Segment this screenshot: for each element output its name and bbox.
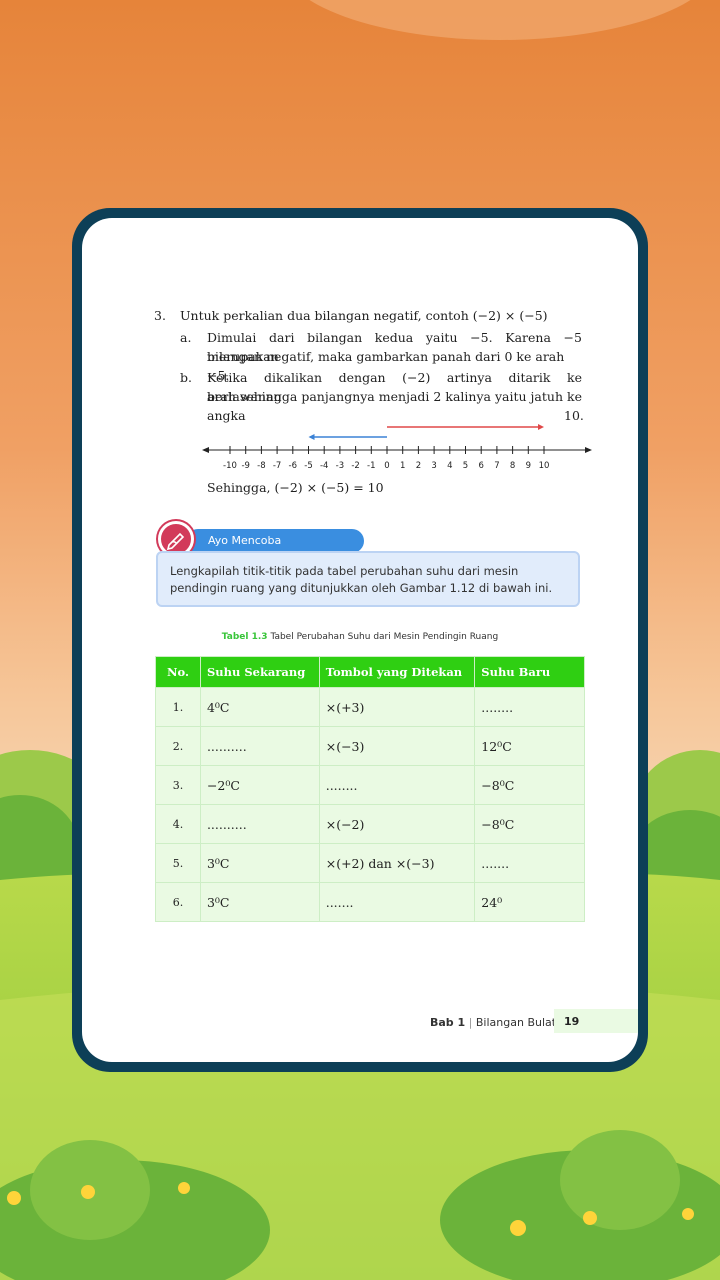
header-no: No.: [155, 656, 201, 688]
item-text: Untuk perkalian dua bilangan negatif, co…: [180, 308, 548, 323]
cell-no: 4.: [155, 804, 201, 844]
header-suhu-sekarang: Suhu Sekarang: [199, 656, 320, 688]
table-row: 4. .......... ×(−2) −8⁰C: [155, 804, 585, 844]
number-line-tick-label: -9: [241, 461, 249, 471]
number-line-right-arrowhead: [585, 447, 592, 453]
cell-tombol: ×(+2) dan ×(−3): [318, 843, 476, 883]
cell-suhu-sekarang: −2⁰C: [199, 765, 320, 805]
header-tombol: Tombol yang Ditekan: [318, 656, 476, 688]
sub-item-b-line2: arah sehingga panjangnya menjadi 2 kalin…: [207, 389, 582, 404]
red-arrow-head: [538, 424, 544, 430]
table-caption-text: Tabel Perubahan Suhu dari Mesin Pendingi…: [270, 632, 499, 642]
conclusion-text: Sehingga, (−2) × (−5) = 10: [207, 480, 384, 495]
cell-tombol: .......: [318, 882, 476, 922]
footer-separator: |: [468, 1016, 473, 1029]
footer-chapter-number: Bab 1: [430, 1016, 466, 1029]
number-line-tick-label: 10: [539, 461, 550, 471]
cell-no: 6.: [155, 882, 201, 922]
cell-suhu-baru: .......: [474, 843, 585, 883]
number-line-tick-label: 2: [416, 461, 421, 471]
number-line-tick-label: -6: [289, 461, 297, 471]
number-line-tick-label: 6: [478, 461, 483, 471]
activity-instruction-box: Lengkapilah titik-titik pada tabel perub…: [156, 551, 580, 607]
sub-item-b-label: b.: [180, 370, 192, 385]
number-line-tick-label: -3: [336, 461, 344, 471]
footer-chapter: Bab 1 | Bilangan Bulat: [430, 1016, 556, 1029]
table-row: 3. −2⁰C ........ −8⁰C: [155, 765, 585, 805]
cell-no: 5.: [155, 843, 201, 883]
table-row: 1. 4⁰C ×(+3) ........: [155, 687, 585, 727]
table-header-row: No. Suhu Sekarang Tombol yang Ditekan Su…: [155, 656, 585, 688]
cell-no: 2.: [155, 726, 201, 766]
number-line-tick-label: -7: [273, 461, 281, 471]
number-line-tick-label: 8: [510, 461, 515, 471]
number-line-tick-label: -10: [223, 461, 237, 471]
cell-tombol: ×(−3): [318, 726, 476, 766]
number-line-tick-label: -4: [320, 461, 328, 471]
footer-chapter-title: Bilangan Bulat: [475, 1016, 557, 1029]
table-caption-label: Tabel 1.3: [221, 632, 268, 642]
table-caption: Tabel 1.3 Tabel Perubahan Suhu dari Mesi…: [82, 632, 638, 642]
number-line-tick-label: 7: [494, 461, 499, 471]
table-row: 6. 3⁰C ....... 24⁰: [155, 882, 585, 922]
cell-tombol: ×(−2): [318, 804, 476, 844]
cell-suhu-sekarang: ..........: [199, 804, 320, 844]
table-row: 2. .......... ×(−3) 12⁰C: [155, 726, 585, 766]
cell-suhu-baru: ........: [474, 687, 585, 727]
page-number: 19: [564, 1015, 580, 1028]
cell-suhu-baru: −8⁰C: [474, 765, 585, 805]
activity-instruction: Lengkapilah titik-titik pada tabel perub…: [170, 564, 553, 595]
number-line-tick-label: -5: [304, 461, 312, 471]
cell-suhu-sekarang: ..........: [199, 726, 320, 766]
temperature-table: No. Suhu Sekarang Tombol yang Ditekan Su…: [155, 656, 585, 922]
cell-suhu-sekarang: 3⁰C: [199, 843, 320, 883]
number-line-tick-label: 5: [463, 461, 468, 471]
cell-suhu-sekarang: 3⁰C: [199, 882, 320, 922]
number-line-left-arrowhead: [202, 447, 209, 453]
number-line-tick-label: -8: [257, 461, 265, 471]
cell-suhu-baru: 24⁰: [474, 882, 585, 922]
number-line-tick-label: 9: [526, 461, 531, 471]
cell-no: 3.: [155, 765, 201, 805]
item-number: 3.: [154, 308, 166, 323]
cell-no: 1.: [155, 687, 201, 727]
book-page-frame: 3. Untuk perkalian dua bilangan negatif,…: [72, 208, 648, 1072]
cell-tombol: ........: [318, 765, 476, 805]
sub-item-a-label: a.: [180, 330, 192, 345]
table-row: 5. 3⁰C ×(+2) dan ×(−3) .......: [155, 843, 585, 883]
blue-arrow-head: [308, 434, 315, 440]
number-line-tick-label: 0: [384, 461, 389, 471]
number-line-tick-label: -1: [367, 461, 375, 471]
number-line: -10 -9 -8 -7 -6 -5 -4 -3 -2 -1 0 1 2 3 4 5 6 7 8 9 10: [202, 424, 592, 471]
book-page: 3. Untuk perkalian dua bilangan negatif,…: [82, 218, 638, 1062]
number-line-tick-label: 3: [431, 461, 436, 471]
activity-badge: Ayo Mencoba: [158, 521, 364, 557]
cell-suhu-baru: −8⁰C: [474, 804, 585, 844]
number-line-tick-label: 4: [447, 461, 452, 471]
number-line-tick-label: -2: [351, 461, 359, 471]
header-suhu-baru: Suhu Baru: [474, 656, 585, 688]
cell-suhu-sekarang: 4⁰C: [199, 687, 320, 727]
number-line-tick-label: 1: [400, 461, 405, 471]
cell-tombol: ×(+3): [318, 687, 476, 727]
activity-badge-label: Ayo Mencoba: [186, 529, 364, 553]
cell-suhu-baru: 12⁰C: [474, 726, 585, 766]
